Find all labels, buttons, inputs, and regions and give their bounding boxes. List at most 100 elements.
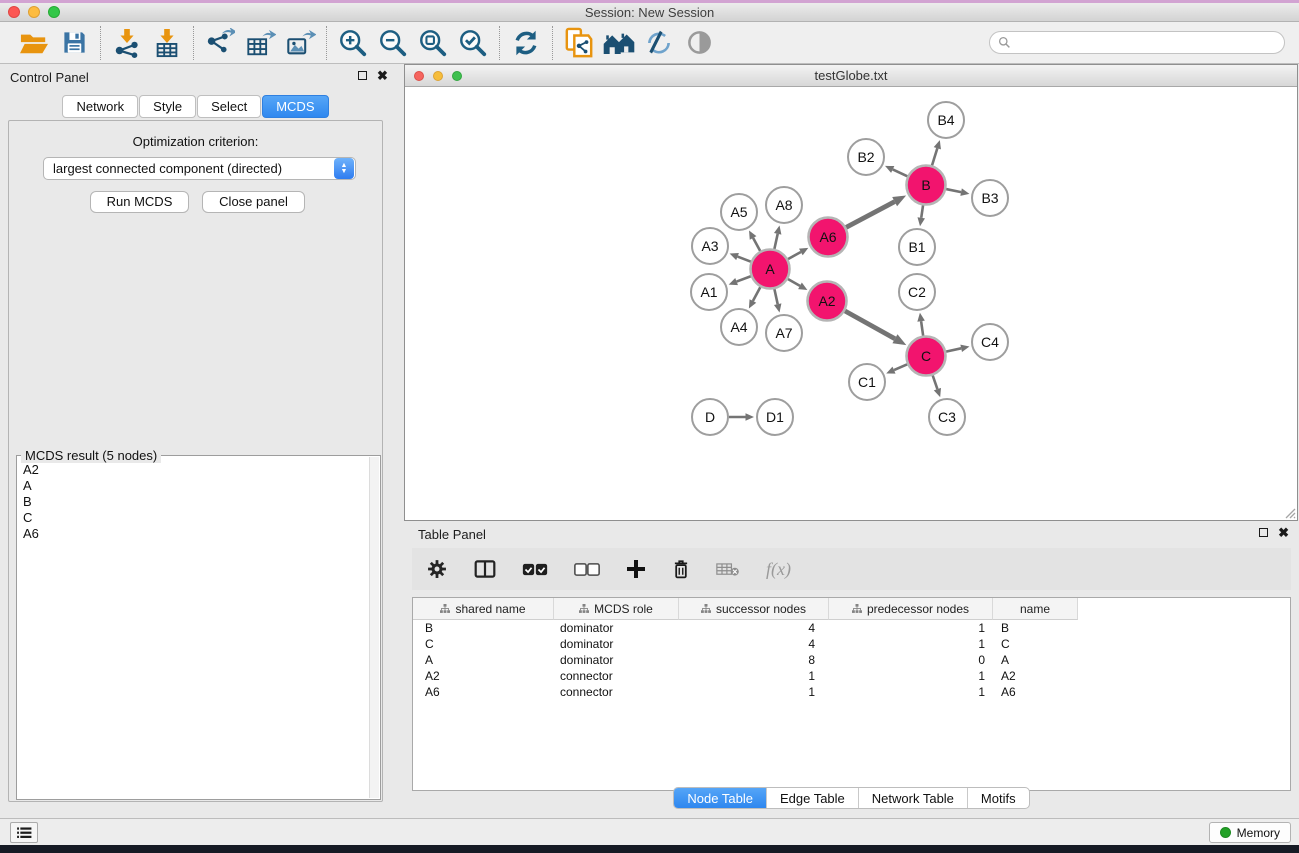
graph-edge[interactable] [774, 289, 777, 304]
network-canvas[interactable]: AA1A2A3A4A5A6A7A8BB1B2B3B4CC1C2C3C4DD1 [405, 87, 1297, 520]
graph-edge[interactable] [788, 252, 801, 259]
graph-edge[interactable] [933, 375, 938, 389]
open-session-button[interactable] [14, 25, 54, 61]
graph-edge[interactable] [894, 364, 907, 370]
window-titlebar[interactable]: Session: New Session [0, 3, 1299, 22]
graph-node-A5[interactable]: A5 [721, 194, 757, 230]
graph-edge[interactable] [946, 348, 961, 351]
network-minimize-button[interactable] [433, 71, 443, 81]
graph-node-B4[interactable]: B4 [928, 102, 964, 138]
tab-style[interactable]: Style [139, 95, 196, 118]
graph-node-D[interactable]: D [692, 399, 728, 435]
tab-select[interactable]: Select [197, 95, 261, 118]
graph-edge[interactable] [788, 279, 800, 286]
show-columns-button[interactable] [474, 559, 496, 579]
deselect-all-button[interactable] [574, 563, 600, 576]
mcds-result-item[interactable]: A2 [19, 462, 368, 478]
table-row[interactable]: Adominator80A [413, 652, 1290, 668]
graph-node-A[interactable]: A [751, 250, 790, 289]
add-row-button[interactable] [626, 559, 646, 579]
tab-node-table[interactable]: Node Table [674, 788, 766, 808]
graph-edge[interactable] [845, 311, 895, 339]
graph-node-D1[interactable]: D1 [757, 399, 793, 435]
column-header[interactable]: MCDS role [554, 598, 679, 620]
graph-node-B3[interactable]: B3 [972, 180, 1008, 216]
graph-node-C4[interactable]: C4 [972, 324, 1008, 360]
graph-node-B[interactable]: B [907, 166, 946, 205]
import-network-button[interactable] [107, 25, 147, 61]
save-session-button[interactable] [54, 25, 94, 61]
tab-edge-table[interactable]: Edge Table [766, 788, 858, 808]
float-panel-icon[interactable] [358, 71, 367, 80]
tab-mcds[interactable]: MCDS [262, 95, 328, 118]
export-network-button[interactable] [200, 25, 240, 61]
export-table-button[interactable] [240, 25, 280, 61]
delete-row-button[interactable] [672, 559, 690, 580]
graph-node-C2[interactable]: C2 [899, 274, 935, 310]
graph-edge[interactable] [846, 202, 895, 228]
export-image-button[interactable] [280, 25, 320, 61]
tab-network-table[interactable]: Network Table [858, 788, 967, 808]
show-graphics-button[interactable] [679, 25, 719, 61]
refresh-button[interactable] [506, 25, 546, 61]
memory-button[interactable]: Memory [1209, 822, 1291, 843]
column-header[interactable]: name [993, 598, 1078, 620]
graph-edge[interactable] [932, 148, 937, 165]
close-panel-icon[interactable]: ✖ [377, 71, 388, 80]
close-table-panel-icon[interactable]: ✖ [1278, 528, 1289, 537]
graph-edge[interactable] [893, 169, 908, 176]
criterion-dropdown[interactable]: largest connected component (directed) ▲… [43, 157, 356, 180]
close-panel-button[interactable]: Close panel [202, 191, 305, 213]
graph-edge[interactable] [753, 238, 760, 251]
float-table-panel-icon[interactable] [1259, 528, 1268, 537]
network-zoom-button[interactable] [452, 71, 462, 81]
graph-edge[interactable] [738, 257, 751, 262]
graph-edge[interactable] [737, 276, 751, 281]
column-header[interactable]: successor nodes [679, 598, 829, 620]
select-all-button[interactable] [522, 563, 548, 576]
mcds-result-item[interactable]: A [19, 478, 368, 494]
resize-grip-icon[interactable] [1284, 507, 1296, 519]
graph-node-C1[interactable]: C1 [849, 364, 885, 400]
zoom-out-button[interactable] [373, 25, 413, 61]
search-field[interactable] [989, 31, 1285, 54]
graph-edge[interactable] [753, 287, 760, 301]
graph-edge[interactable] [774, 234, 777, 249]
zoom-in-button[interactable] [333, 25, 373, 61]
graph-node-C[interactable]: C [907, 337, 946, 376]
close-window-button[interactable] [8, 6, 20, 18]
table-options-button[interactable] [426, 558, 448, 580]
minimize-window-button[interactable] [28, 6, 40, 18]
first-neighbors-button[interactable] [599, 25, 639, 61]
mcds-result-item[interactable]: C [19, 510, 368, 526]
mcds-result-item[interactable]: B [19, 494, 368, 510]
zoom-selected-button[interactable] [453, 25, 493, 61]
graph-node-C3[interactable]: C3 [929, 399, 965, 435]
graph-node-A6[interactable]: A6 [809, 218, 848, 257]
run-mcds-button[interactable]: Run MCDS [90, 191, 189, 213]
table-row[interactable]: Cdominator41C [413, 636, 1290, 652]
graph-node-A3[interactable]: A3 [692, 228, 728, 264]
graph-node-B1[interactable]: B1 [899, 229, 935, 265]
tab-network[interactable]: Network [62, 95, 138, 118]
network-window-titlebar[interactable]: testGlobe.txt [405, 65, 1297, 87]
table-row[interactable]: A2connector11A2 [413, 668, 1290, 684]
graph-node-A7[interactable]: A7 [766, 315, 802, 351]
zoom-fit-button[interactable] [413, 25, 453, 61]
column-header[interactable]: shared name [413, 598, 554, 620]
mcds-result-scrollbar[interactable] [369, 457, 379, 798]
table-row[interactable]: Bdominator41B [413, 620, 1290, 636]
column-header[interactable]: predecessor nodes [829, 598, 993, 620]
graph-edge[interactable] [921, 321, 923, 335]
network-close-button[interactable] [414, 71, 424, 81]
show-log-button[interactable] [10, 822, 38, 843]
hide-selected-button[interactable] [639, 25, 679, 61]
import-table-button[interactable] [147, 25, 187, 61]
graph-node-B2[interactable]: B2 [848, 139, 884, 175]
graph-edge[interactable] [921, 205, 923, 218]
graph-node-A1[interactable]: A1 [691, 274, 727, 310]
graph-node-A2[interactable]: A2 [808, 282, 847, 321]
graph-node-A8[interactable]: A8 [766, 187, 802, 223]
zoom-window-button[interactable] [48, 6, 60, 18]
mcds-result-item[interactable]: A6 [19, 526, 368, 542]
